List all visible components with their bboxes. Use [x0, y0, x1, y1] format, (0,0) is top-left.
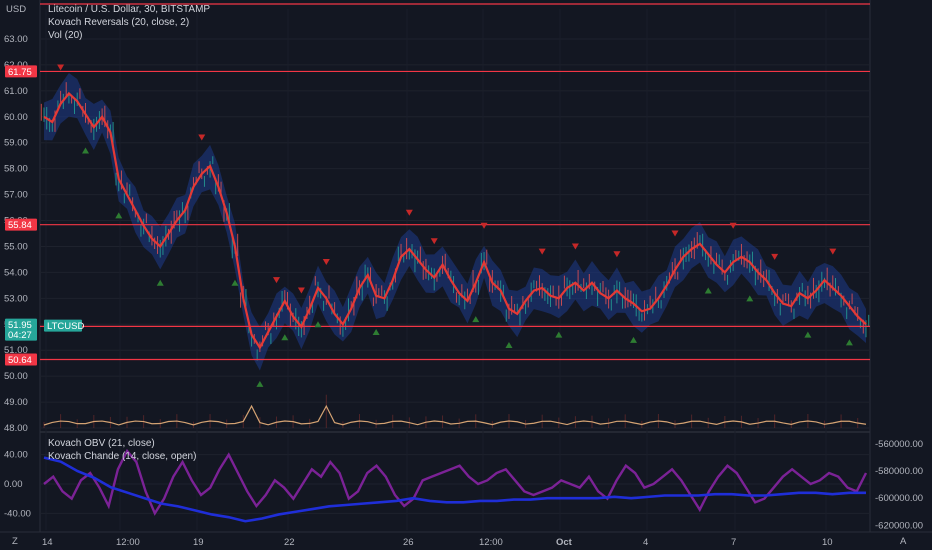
time-tick-label: Oct	[556, 537, 573, 548]
price-tick-label: 53.00	[4, 293, 28, 304]
sell-signal-arrow	[430, 238, 438, 245]
buy-signal-arrow	[82, 147, 90, 154]
adjust-mode-toggle[interactable]: A	[900, 536, 907, 547]
price-tick-label: 50.00	[4, 371, 28, 382]
obv-tick-label: -580000.00	[875, 466, 923, 477]
price-tick-label: 48.00	[4, 423, 28, 434]
price-tick-label: 57.00	[4, 190, 28, 201]
buy-signal-arrow	[156, 279, 164, 286]
price-scale-unit: USD	[6, 4, 26, 15]
obv-tick-label: -620000.00	[875, 520, 923, 531]
lower-legend: Kovach OBV (21, close) Kovach Chande (14…	[48, 437, 196, 463]
time-tick-label: 12:00	[116, 537, 140, 548]
price-level-badge-text: 55.84	[8, 220, 32, 231]
price-tick-label: 61.00	[4, 86, 28, 97]
symbol-price-tag-text: LTCUSD	[47, 321, 84, 332]
price-tick-label: 60.00	[4, 112, 28, 123]
buy-signal-arrow	[704, 287, 712, 294]
indicator-obv-label[interactable]: Kovach OBV (21, close)	[48, 437, 196, 450]
buy-signal-arrow	[472, 316, 480, 323]
price-tick-label: 58.00	[4, 164, 28, 175]
indicator-chande-label[interactable]: Kovach Chande (14, close, open)	[48, 450, 196, 463]
buy-signal-arrow	[845, 339, 853, 346]
time-tick-label: 4	[643, 537, 648, 548]
sell-signal-arrow	[480, 222, 488, 229]
main-legend: Litecoin / U.S. Dollar, 30, BITSTAMP Kov…	[48, 3, 210, 42]
time-tick-label: 26	[403, 537, 414, 548]
sell-signal-arrow	[57, 64, 65, 71]
osc-tick-label: 0.00	[4, 479, 23, 490]
sell-signal-arrow	[829, 248, 837, 255]
time-tick-label: 19	[193, 537, 204, 548]
price-tick-label: 54.00	[4, 267, 28, 278]
volume-ma-line	[43, 404, 867, 426]
time-tick-label: 22	[284, 537, 295, 548]
obv-tick-label: -560000.00	[875, 439, 923, 450]
auto-scale-toggle[interactable]: Z	[12, 536, 18, 547]
sell-signal-arrow	[297, 287, 305, 294]
price-tick-label: 59.00	[4, 138, 28, 149]
time-tick-label: 12:00	[479, 537, 503, 548]
price-level-badge-text: 61.75	[8, 67, 32, 78]
buy-signal-arrow	[804, 331, 812, 338]
time-tick-label: 14	[42, 537, 53, 548]
sell-signal-arrow	[771, 253, 779, 260]
price-level-badge-text: 50.64	[8, 355, 32, 366]
sell-signal-arrow	[729, 222, 737, 229]
price-tick-label: 49.00	[4, 397, 28, 408]
time-tick-label: 10	[822, 537, 833, 548]
current-price-countdown: 04:27	[8, 330, 32, 341]
buy-signal-arrow	[505, 342, 513, 349]
indicator-volume-label[interactable]: Vol (20)	[48, 29, 210, 42]
buy-signal-arrow	[256, 380, 264, 387]
indicator-reversals-label[interactable]: Kovach Reversals (20, close, 2)	[48, 16, 210, 29]
symbol-title[interactable]: Litecoin / U.S. Dollar, 30, BITSTAMP	[48, 3, 210, 16]
buy-signal-arrow	[372, 329, 380, 336]
price-tick-label: 55.00	[4, 241, 28, 252]
buy-signal-arrow	[115, 212, 123, 219]
osc-tick-label: 40.00	[4, 450, 28, 461]
chart-window: 63.0062.0061.0060.0059.0058.0057.0056.00…	[0, 0, 932, 550]
sell-signal-arrow	[613, 251, 621, 258]
time-tick-label: 7	[731, 537, 736, 548]
obv-tick-label: -600000.00	[875, 493, 923, 504]
sell-signal-arrow	[671, 230, 679, 237]
buy-signal-arrow	[281, 334, 289, 341]
sell-signal-arrow	[272, 277, 280, 284]
price-tick-label: 63.00	[4, 34, 28, 45]
price-chart[interactable]: 63.0062.0061.0060.0059.0058.0057.0056.00…	[0, 0, 932, 550]
buy-signal-arrow	[555, 331, 563, 338]
osc-tick-label: -40.00	[4, 508, 31, 519]
sell-signal-arrow	[198, 134, 206, 141]
sell-signal-arrow	[538, 248, 546, 255]
buy-signal-arrow	[630, 336, 638, 343]
sell-signal-arrow	[322, 259, 330, 266]
